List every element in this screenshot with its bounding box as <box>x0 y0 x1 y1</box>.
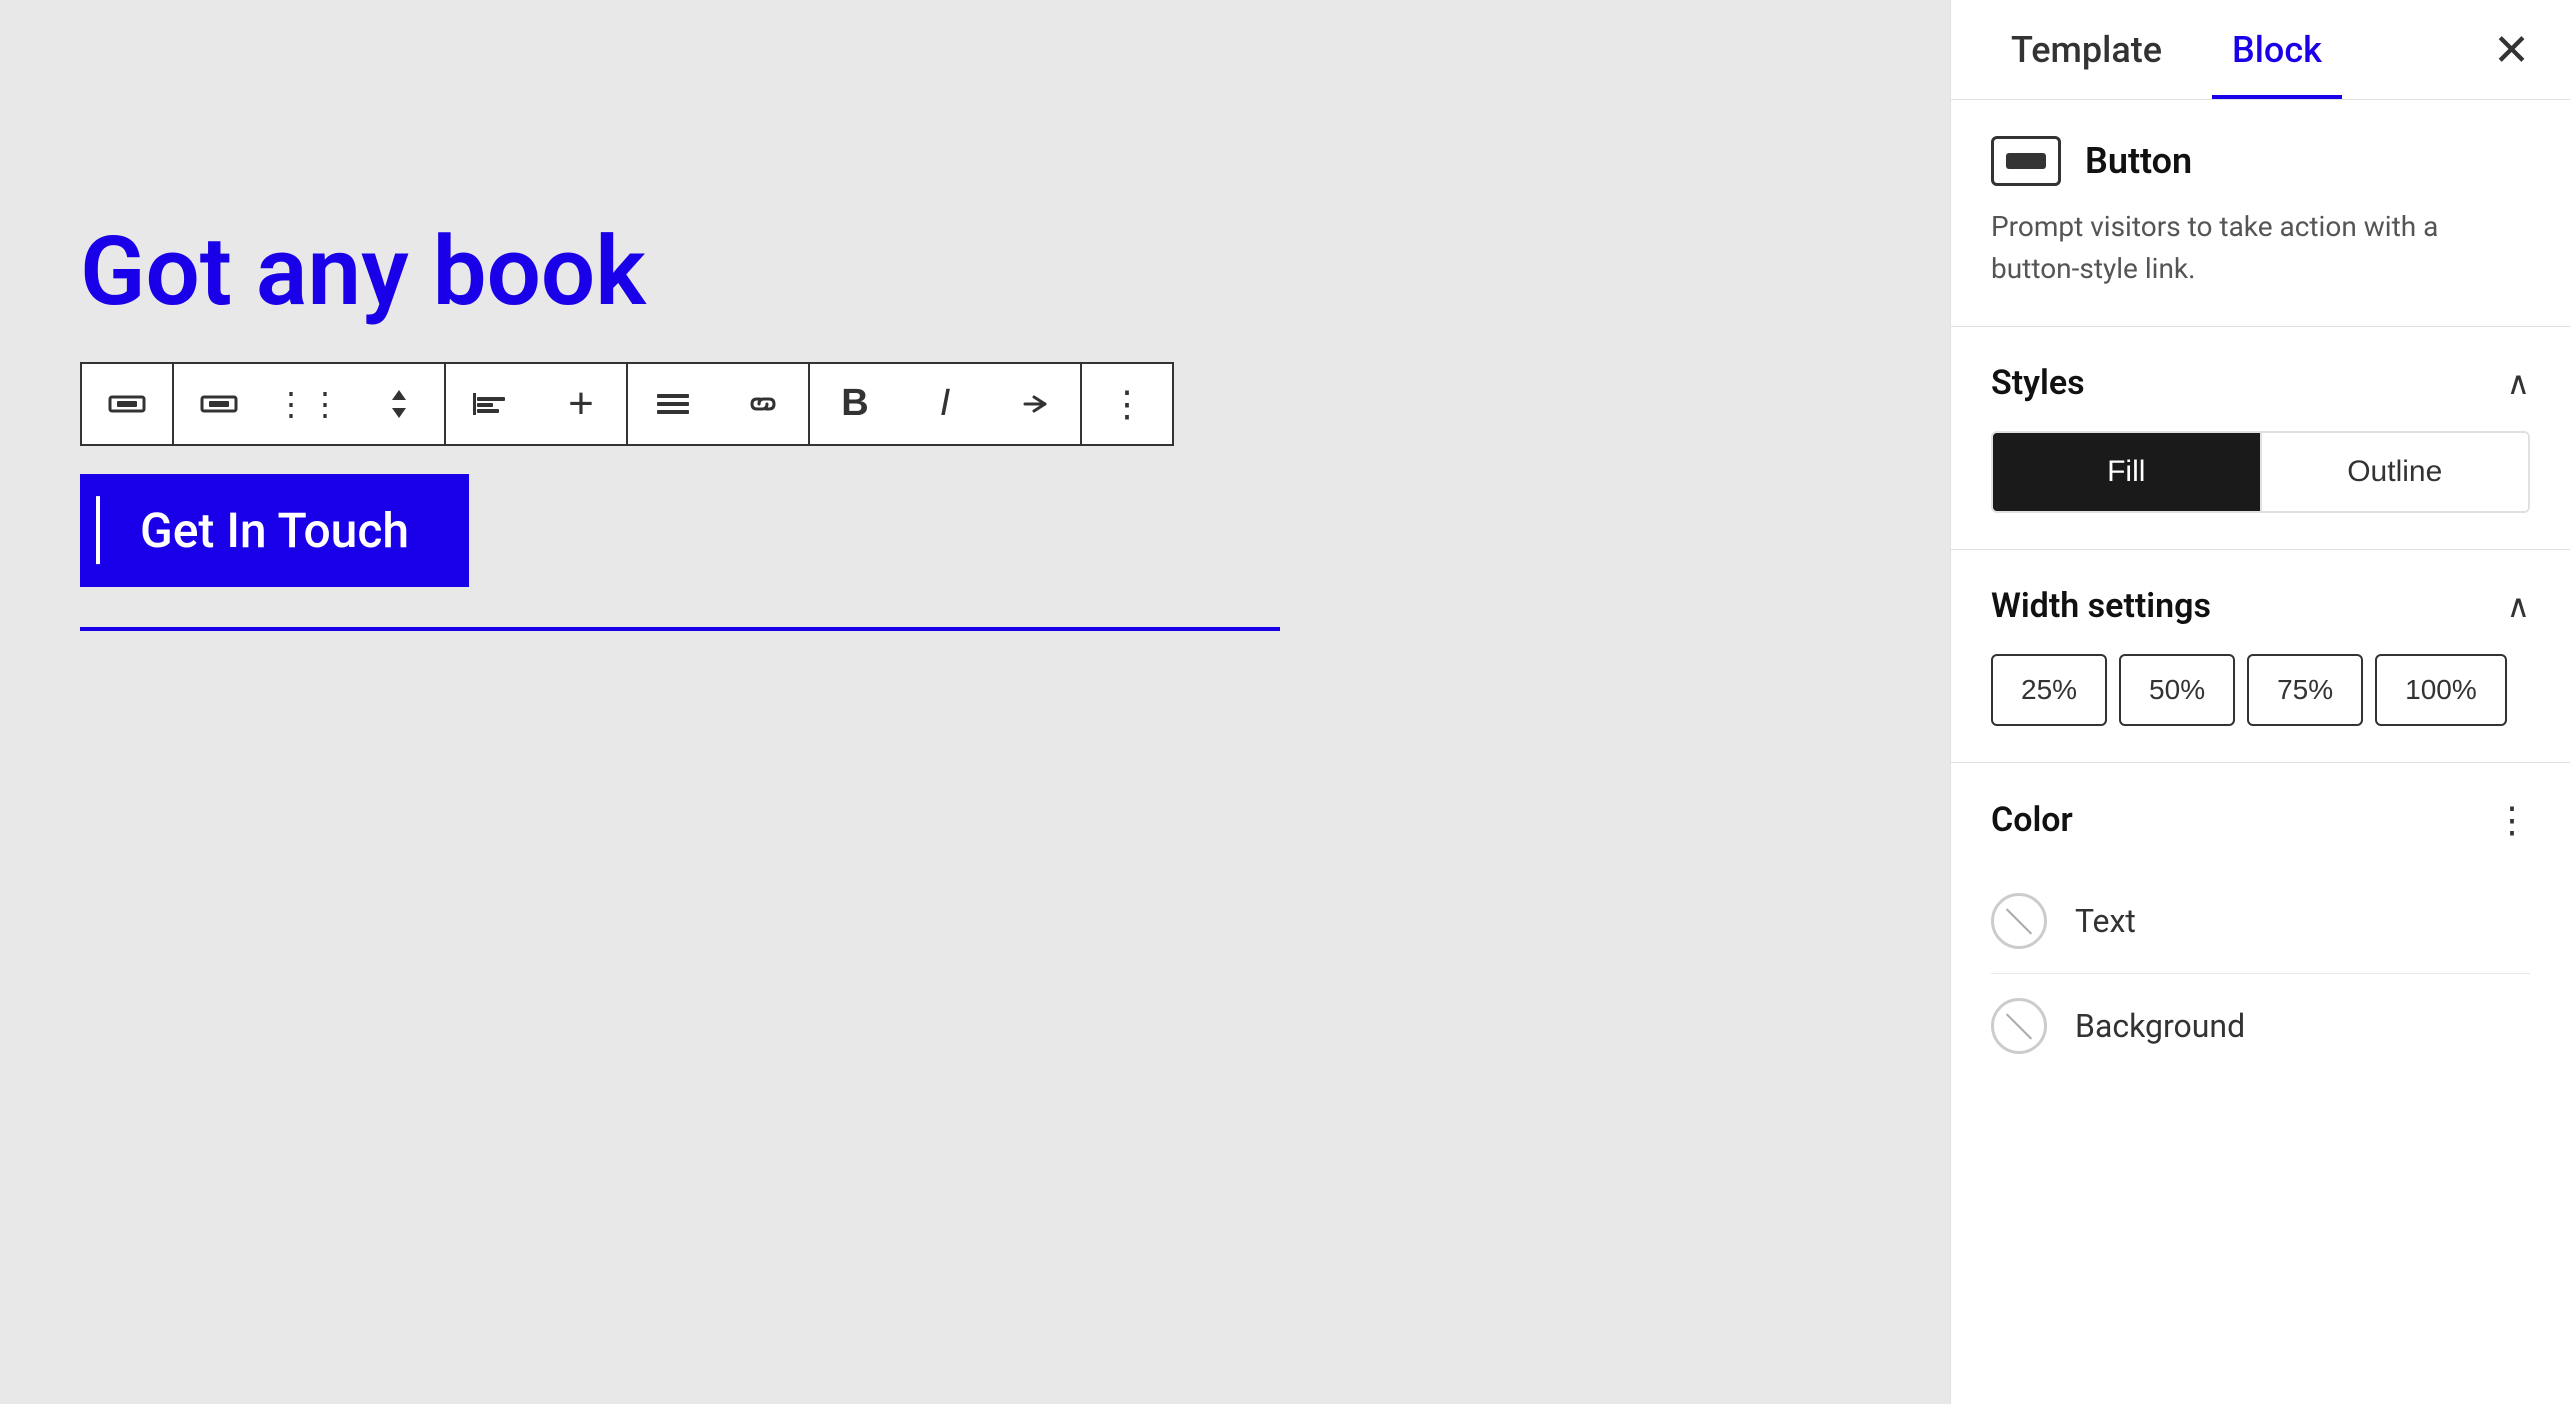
canvas-content: Got any book ⋮⋮ <box>80 220 1870 631</box>
transform-button[interactable] <box>174 364 264 444</box>
block-toolbar: ⋮⋮ + <box>80 362 1174 446</box>
right-panel: Template Block ✕ Button Prompt visitors … <box>1950 0 2570 1404</box>
block-description: Prompt visitors to take action with a bu… <box>1991 206 2530 290</box>
width-chevron[interactable]: ∧ <box>2507 587 2530 625</box>
toolbar-group-transform: ⋮⋮ <box>174 364 446 444</box>
panel-header: Template Block ✕ <box>1951 0 2570 100</box>
styles-chevron[interactable]: ∧ <box>2507 364 2530 402</box>
width-50-button[interactable]: 50% <box>2119 654 2235 726</box>
width-title: Width settings <box>1991 586 2211 626</box>
block-type-button[interactable] <box>82 364 172 444</box>
button-icon-inner <box>2006 153 2046 169</box>
align-left-button[interactable] <box>446 364 536 444</box>
styles-options: Fill Outline <box>1991 431 2530 513</box>
toolbar-group-format <box>628 364 810 444</box>
text-color-circle <box>1991 893 2047 949</box>
color-section: Color ⋮ Text Background <box>1951 763 2570 1114</box>
tab-template[interactable]: Template <box>1991 1 2182 99</box>
outline-style-button[interactable]: Outline <box>2262 433 2529 511</box>
toolbar-group-type <box>82 364 174 444</box>
more-text-button[interactable] <box>990 364 1080 444</box>
styles-header: Styles ∧ <box>1991 363 2530 403</box>
text-color-item[interactable]: Text <box>1991 869 2530 974</box>
background-color-item[interactable]: Background <box>1991 974 2530 1078</box>
toolbar-group-align: + <box>446 364 628 444</box>
styles-section: Styles ∧ Fill Outline <box>1951 327 2570 550</box>
width-options: 25% 50% 75% 100% <box>1991 654 2530 726</box>
width-100-button[interactable]: 100% <box>2375 654 2507 726</box>
button-block-text: Get In Touch <box>140 502 409 559</box>
text-color-label: Text <box>2075 902 2136 940</box>
align-options-button[interactable] <box>628 364 718 444</box>
color-header: Color ⋮ <box>1991 799 2530 841</box>
move-updown-button[interactable] <box>354 364 444 444</box>
drag-handle-button[interactable]: ⋮⋮ <box>264 364 354 444</box>
background-color-circle <box>1991 998 2047 1054</box>
more-options-button[interactable]: ⋮ <box>1082 364 1172 444</box>
background-color-label: Background <box>2075 1007 2245 1045</box>
close-button[interactable]: ✕ <box>2493 28 2530 72</box>
toolbar-group-text: B I <box>810 364 1082 444</box>
add-block-button[interactable]: + <box>536 364 626 444</box>
tab-block[interactable]: Block <box>2212 1 2342 99</box>
color-more[interactable]: ⋮ <box>2494 799 2530 841</box>
fill-style-button[interactable]: Fill <box>1993 433 2262 511</box>
canvas-area: Got any book ⋮⋮ <box>0 0 1950 1404</box>
width-settings-section: Width settings ∧ 25% 50% 75% 100% <box>1951 550 2570 763</box>
button-icon <box>1991 136 2061 186</box>
block-info-header: Button <box>1991 136 2530 186</box>
width-75-button[interactable]: 75% <box>2247 654 2363 726</box>
color-title: Color <box>1991 800 2073 840</box>
italic-button[interactable]: I <box>900 364 990 444</box>
separator-line <box>80 627 1280 631</box>
block-name: Button <box>2085 140 2192 182</box>
button-block[interactable]: Get In Touch <box>80 474 469 587</box>
canvas-heading: Got any book <box>80 220 1870 326</box>
block-info-section: Button Prompt visitors to take action wi… <box>1951 100 2570 327</box>
link-button[interactable] <box>718 364 808 444</box>
bold-button[interactable]: B <box>810 364 900 444</box>
toolbar-group-more: ⋮ <box>1082 364 1172 444</box>
width-header: Width settings ∧ <box>1991 586 2530 626</box>
width-25-button[interactable]: 25% <box>1991 654 2107 726</box>
styles-title: Styles <box>1991 363 2085 403</box>
